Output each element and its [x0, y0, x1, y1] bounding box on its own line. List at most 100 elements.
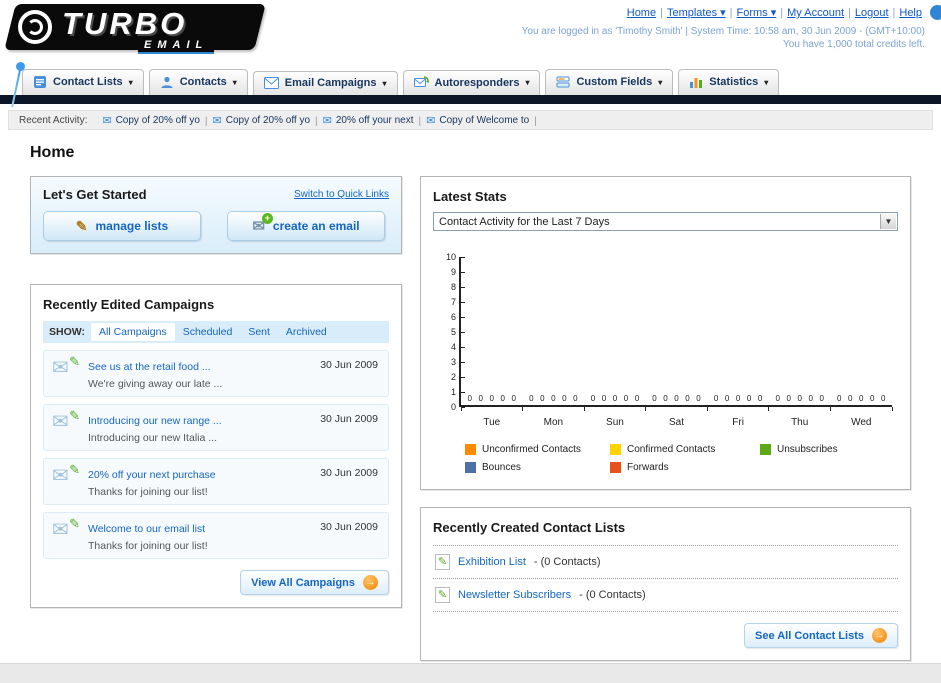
tab-email-campaigns[interactable]: Email Campaigns ▾: [252, 71, 398, 95]
filter-archived[interactable]: Archived: [278, 323, 335, 341]
contact-activity-chart: 10 9 8 7 6 5 4 3 2 1 0 000000000000000000000000000…: [443, 252, 893, 412]
arrow-right-icon: →: [872, 628, 887, 643]
x-axis-label: Sun: [606, 417, 624, 428]
recent-activity-item[interactable]: ✉ Copy of 20% off yo: [213, 114, 311, 127]
recent-activity-label: Recent Activity:: [19, 114, 88, 126]
logo-subtitle: EMAIL: [138, 39, 215, 54]
arrow-right-icon: →: [363, 575, 378, 590]
tab-contact-lists[interactable]: Contact Lists ▾: [22, 69, 144, 95]
campaign-row[interactable]: ✉ ✎ Introducing our new range ... Introduci…: [43, 404, 389, 451]
create-email-button[interactable]: ✉ + create an email: [227, 211, 385, 241]
chart-value-group: 00000: [837, 394, 886, 403]
credits-info: You have 1,000 total credits left.: [783, 39, 925, 50]
turbine-icon: [18, 10, 52, 44]
top-link-my-account[interactable]: My Account: [787, 7, 844, 19]
top-link-home[interactable]: Home: [627, 7, 656, 19]
y-axis-label: 7: [450, 297, 456, 307]
nav-divider-bar: [0, 95, 941, 104]
x-axis-label: Wed: [851, 417, 872, 428]
chart-y-axis: 10 9 8 7 6 5 4 3 2 1 0: [443, 252, 459, 412]
top-link-forms[interactable]: Forms ▾: [737, 7, 777, 19]
legend-label: Unsubscribes: [777, 444, 838, 455]
recent-activity-item[interactable]: ✉ Copy of Welcome to: [426, 114, 529, 127]
campaign-row[interactable]: ✉ ✎ 20% off your next purchase Thanks for j…: [43, 458, 389, 505]
legend-label: Bounces: [482, 462, 521, 473]
legend-item-confirmed-contacts: Confirmed Contacts: [610, 444, 760, 455]
page-title: Home: [30, 144, 75, 161]
view-all-campaigns-label: View All Campaigns: [251, 576, 355, 589]
tab-custom-fields[interactable]: Custom Fields ▾: [545, 69, 674, 95]
main-content: Home Let's Get Started Switch to Quick L…: [0, 130, 941, 661]
campaign-link[interactable]: Introducing our new range ...: [88, 415, 222, 427]
top-link-help[interactable]: Help: [899, 7, 922, 19]
turbo-email-logo[interactable]: TURBO EMAIL: [4, 4, 272, 108]
recent-activity-item[interactable]: ✉ 20% off your next: [323, 114, 414, 127]
switch-quick-links-link[interactable]: Switch to Quick Links: [294, 189, 389, 200]
campaign-date: 30 Jun 2009: [320, 467, 378, 479]
envelope-pencil-icon: ✉ ✎: [52, 354, 80, 379]
statistics-icon: [689, 75, 703, 89]
legend-swatch: [610, 444, 621, 455]
campaign-row[interactable]: ✉ ✎ Welcome to our email list Thanks for jo…: [43, 512, 389, 559]
top-link-logout[interactable]: Logout: [855, 7, 889, 19]
legend-swatch: [610, 462, 621, 473]
help-bubble-icon[interactable]: [930, 5, 941, 20]
manage-lists-button[interactable]: ✎ manage lists: [43, 211, 201, 241]
tab-label: Contacts: [179, 76, 227, 88]
campaign-list: ✉ ✎ See us at the retail food ... We're giv…: [43, 350, 389, 559]
campaign-link[interactable]: See us at the retail food ...: [88, 361, 211, 373]
tab-autoresponders[interactable]: Autoresponders ▾: [402, 70, 541, 95]
campaign-row[interactable]: ✉ ✎ See us at the retail food ... We're giv…: [43, 350, 389, 397]
login-info: You are logged in as 'Timothy Smith' | S…: [521, 26, 925, 37]
chevron-down-icon: ▾: [658, 77, 663, 87]
envelope-icon: ✉: [322, 114, 332, 127]
campaign-subtitle: Thanks for joining our list!: [88, 540, 208, 552]
envelope-icon: ✉: [102, 114, 112, 127]
x-axis-label: Thu: [791, 417, 809, 428]
campaign-date: 30 Jun 2009: [320, 413, 378, 425]
tab-label: Contact Lists: [53, 76, 123, 88]
contact-list-count: - (0 Contacts): [533, 556, 601, 568]
contact-list-item[interactable]: ✎ Exhibition List - (0 Contacts): [433, 545, 898, 578]
legend-label: Forwards: [627, 462, 669, 473]
create-email-label: create an email: [272, 219, 360, 233]
chart-value-group: 00000: [775, 394, 824, 403]
campaign-link[interactable]: 20% off your next purchase: [88, 469, 216, 481]
y-axis-label: 6: [450, 312, 456, 322]
view-all-campaigns-button[interactable]: View All Campaigns →: [240, 570, 389, 595]
contact-list-count: - (0 Contacts): [579, 589, 646, 601]
tab-label: Statistics: [709, 76, 759, 88]
activity-text: Copy of 20% off yo: [225, 114, 311, 126]
campaigns-filter-bar: SHOW: All Campaigns Scheduled Sent Archived: [43, 321, 389, 343]
y-axis-label: 2: [450, 372, 456, 382]
header: TURBO EMAIL Home | Templates ▾ | Forms ▾ | My …: [0, 0, 941, 108]
legend-swatch: [465, 462, 476, 473]
contact-list-link[interactable]: Newsletter Subscribers: [458, 589, 571, 601]
y-axis-label: 5: [450, 327, 456, 337]
stats-period-select[interactable]: Contact Activity for the Last 7 Days ▼: [433, 212, 898, 231]
pencil-icon: ✎: [75, 217, 88, 234]
recent-activity-items: ✉ Copy of 20% off yo | ✉ Copy of 20% off yo |…: [102, 114, 537, 127]
autoresponders-icon: [413, 76, 429, 89]
recent-activity-item[interactable]: ✉ Copy of 20% off yo: [102, 114, 200, 127]
contact-list-item[interactable]: ✎ Newsletter Subscribers - (0 Contacts): [433, 578, 898, 612]
tab-contacts[interactable]: Contacts ▾: [148, 69, 248, 95]
footer-bar: [0, 663, 941, 683]
email-campaigns-icon: [263, 77, 279, 89]
campaign-link[interactable]: Welcome to our email list: [88, 523, 205, 535]
tab-statistics[interactable]: Statistics ▾: [678, 69, 780, 95]
show-label: SHOW:: [49, 326, 85, 338]
envelope-pencil-icon: ✉ ✎: [52, 516, 80, 541]
contact-list-link[interactable]: Exhibition List: [458, 556, 526, 568]
get-started-title: Let's Get Started: [43, 187, 147, 202]
filter-sent[interactable]: Sent: [240, 323, 278, 341]
contact-lists-icon: [33, 75, 47, 89]
filter-all-campaigns[interactable]: All Campaigns: [90, 323, 175, 341]
filter-scheduled[interactable]: Scheduled: [175, 323, 241, 341]
y-axis-label: 1: [450, 387, 456, 397]
activity-text: 20% off your next: [335, 114, 414, 126]
legend-item-unconfirmed-contacts: Unconfirmed Contacts: [465, 444, 610, 455]
see-all-contact-lists-button[interactable]: See All Contact Lists →: [743, 623, 898, 648]
pencil-page-icon: ✎: [435, 554, 450, 570]
top-link-templates[interactable]: Templates ▾: [667, 7, 726, 19]
